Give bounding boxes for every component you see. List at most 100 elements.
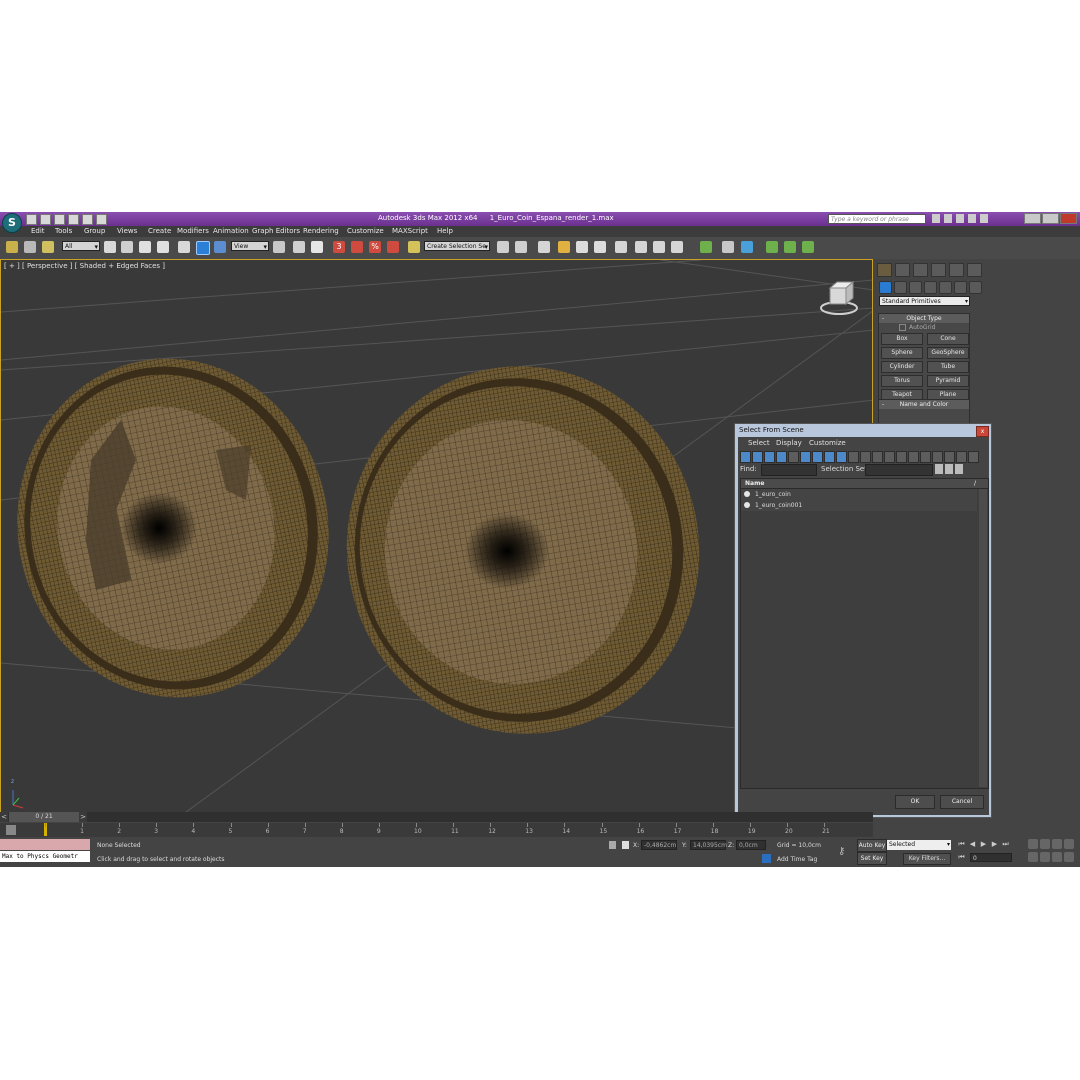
lights-icon[interactable]	[909, 281, 922, 294]
schematic-view-icon[interactable]	[594, 241, 606, 253]
time-slider[interactable]: < 0 / 21 >	[0, 812, 873, 822]
key-mode-toggle-icon[interactable]: ⏮	[957, 853, 966, 862]
search-input[interactable]: Type a keyword or phrase	[828, 214, 926, 224]
save-file-icon[interactable]	[54, 214, 65, 225]
auto-key-button[interactable]: Auto Key	[857, 839, 887, 852]
named-selection-dropdown[interactable]: Create Selection Se	[424, 241, 490, 252]
list-item[interactable]: 1_euro_coin001	[741, 500, 977, 511]
display-xrefs-icon[interactable]	[824, 451, 835, 463]
display-groups-icon[interactable]	[812, 451, 823, 463]
menu-group[interactable]: Group	[84, 227, 105, 235]
spinner-snap-icon[interactable]	[387, 241, 399, 253]
select-and-move-icon[interactable]	[178, 241, 190, 253]
current-frame-field[interactable]: 0	[970, 853, 1012, 862]
cameras-icon[interactable]	[924, 281, 937, 294]
close-window-button[interactable]	[1060, 213, 1077, 224]
favorites-star-icon[interactable]	[968, 214, 976, 223]
select-and-rotate-icon[interactable]	[196, 241, 210, 255]
create-tab-icon[interactable]	[877, 263, 892, 277]
selection-filter-dropdown[interactable]: All	[62, 241, 100, 252]
cylinder-button[interactable]: Cylinder	[881, 361, 923, 373]
menu-maxscript[interactable]: MAXScript	[392, 227, 428, 235]
cone-button[interactable]: Cone	[927, 333, 969, 345]
set-key-button[interactable]: Set Key	[857, 852, 887, 865]
select-none-icon[interactable]	[920, 451, 931, 463]
window-crossing-icon[interactable]	[157, 241, 169, 253]
tube-button[interactable]: Tube	[927, 361, 969, 373]
curve-editor-icon[interactable]	[576, 241, 588, 253]
zoom-icon[interactable]	[1028, 839, 1038, 849]
geosphere-button[interactable]: GeoSphere	[927, 347, 969, 359]
cancel-button[interactable]: Cancel	[940, 795, 984, 809]
render-production-icon[interactable]	[671, 241, 683, 253]
select-invert-icon[interactable]	[932, 451, 943, 463]
display-bones-icon[interactable]	[836, 451, 847, 463]
selection-set-add-icon[interactable]	[935, 464, 943, 474]
torus-button[interactable]: Torus	[881, 375, 923, 387]
undo-icon[interactable]	[68, 214, 79, 225]
new-file-icon[interactable]	[26, 214, 37, 225]
geometry-icon[interactable]	[879, 281, 892, 294]
motion-tab-icon[interactable]	[931, 263, 946, 277]
shapes-icon[interactable]	[894, 281, 907, 294]
menu-graph-editors[interactable]: Graph Editors	[252, 227, 300, 235]
rectangle-selection-icon[interactable]	[139, 241, 151, 253]
key-mode-dropdown[interactable]: Selected	[887, 840, 951, 850]
go-to-start-icon[interactable]: ⏮	[957, 840, 966, 849]
set-key-key-icon[interactable]: ⚷	[838, 846, 845, 857]
dialog-close-button[interactable]: x	[976, 426, 989, 437]
filter-icon[interactable]	[956, 451, 967, 463]
align-icon[interactable]	[515, 241, 527, 253]
binoculars-icon[interactable]	[932, 214, 940, 223]
absolute-mode-icon[interactable]	[622, 841, 629, 849]
field-of-view-icon[interactable]	[1028, 852, 1038, 862]
app-logo-icon[interactable]: S	[2, 213, 22, 233]
name-and-color-header[interactable]: Name and Color	[879, 400, 969, 409]
display-helpers-icon[interactable]	[788, 451, 799, 463]
display-children-icon[interactable]	[884, 451, 895, 463]
time-slider-next-button[interactable]: >	[79, 812, 87, 822]
project-folder-icon[interactable]	[96, 214, 107, 225]
primitive-type-dropdown[interactable]: Standard Primitives	[879, 296, 970, 307]
select-and-manipulate-icon[interactable]	[293, 241, 305, 253]
select-and-scale-icon[interactable]	[214, 241, 226, 253]
ok-button[interactable]: OK	[895, 795, 935, 809]
key-filters-button[interactable]: Key Filters...	[903, 853, 951, 865]
communication-icon[interactable]	[956, 214, 964, 223]
help-question-icon[interactable]	[980, 214, 988, 223]
dialog-menu-customize[interactable]: Customize	[809, 439, 846, 447]
display-tab-icon[interactable]	[949, 263, 964, 277]
physx-play-icon[interactable]	[766, 241, 778, 253]
minimize-button[interactable]	[1024, 213, 1041, 224]
display-lights-icon[interactable]	[764, 451, 775, 463]
time-slider-prev-button[interactable]: <	[0, 812, 8, 822]
display-cameras-icon[interactable]	[776, 451, 787, 463]
sync-selection-icon[interactable]	[944, 451, 955, 463]
filter-options-icon[interactable]	[968, 451, 979, 463]
menu-animation[interactable]: Animation	[213, 227, 249, 235]
display-geometry-icon[interactable]	[740, 451, 751, 463]
maximize-viewport-icon[interactable]	[1064, 852, 1074, 862]
display-shapes-icon[interactable]	[752, 451, 763, 463]
time-tag-icon[interactable]	[762, 854, 771, 863]
list-scrollbar[interactable]	[979, 489, 987, 787]
object-type-header[interactable]: Object Type	[879, 314, 969, 323]
pan-view-icon[interactable]	[1040, 852, 1050, 862]
bind-space-warp-icon[interactable]	[42, 241, 54, 253]
menu-help[interactable]: Help	[437, 227, 453, 235]
menu-create[interactable]: Create	[148, 227, 171, 235]
selection-set-select-icon[interactable]	[955, 464, 963, 474]
edit-named-selection-icon[interactable]	[408, 241, 420, 253]
subscription-icon[interactable]	[944, 214, 952, 223]
redo-icon[interactable]	[82, 214, 93, 225]
reference-coordinate-dropdown[interactable]: View	[231, 241, 269, 252]
name-column-header[interactable]: Name /	[741, 479, 988, 489]
find-input[interactable]	[761, 464, 817, 476]
display-invert-icon[interactable]	[872, 451, 883, 463]
physx-reset-icon[interactable]	[784, 241, 796, 253]
sphere-button[interactable]: Sphere	[881, 347, 923, 359]
pyramid-button[interactable]: Pyramid	[927, 375, 969, 387]
previous-frame-icon[interactable]: ◀	[968, 840, 977, 849]
select-object-icon[interactable]	[104, 241, 116, 253]
keyboard-shortcut-override-icon[interactable]	[311, 241, 323, 253]
